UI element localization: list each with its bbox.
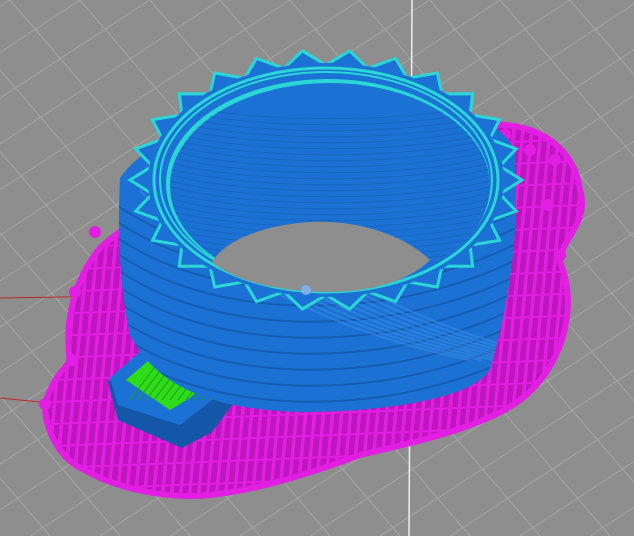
support-pin — [69, 286, 81, 298]
support-pin — [39, 398, 51, 410]
support-pin — [66, 354, 78, 366]
grid-line — [589, 506, 634, 536]
support-pin — [549, 154, 561, 166]
3d-viewport[interactable] — [0, 0, 634, 536]
grid-line — [0, 476, 51, 536]
seam-marker — [301, 285, 311, 295]
support-pin — [554, 249, 566, 261]
support-line — [45, 124, 58, 496]
support-line — [45, 124, 67, 496]
support-pin — [542, 199, 554, 211]
support-line — [592, 120, 632, 520]
gcode-preview-canvas[interactable] — [0, 0, 634, 536]
support-pin — [89, 226, 101, 238]
support-pin — [524, 144, 536, 156]
support-line — [45, 124, 49, 496]
support-line — [45, 488, 583, 496]
support-line — [581, 124, 583, 496]
